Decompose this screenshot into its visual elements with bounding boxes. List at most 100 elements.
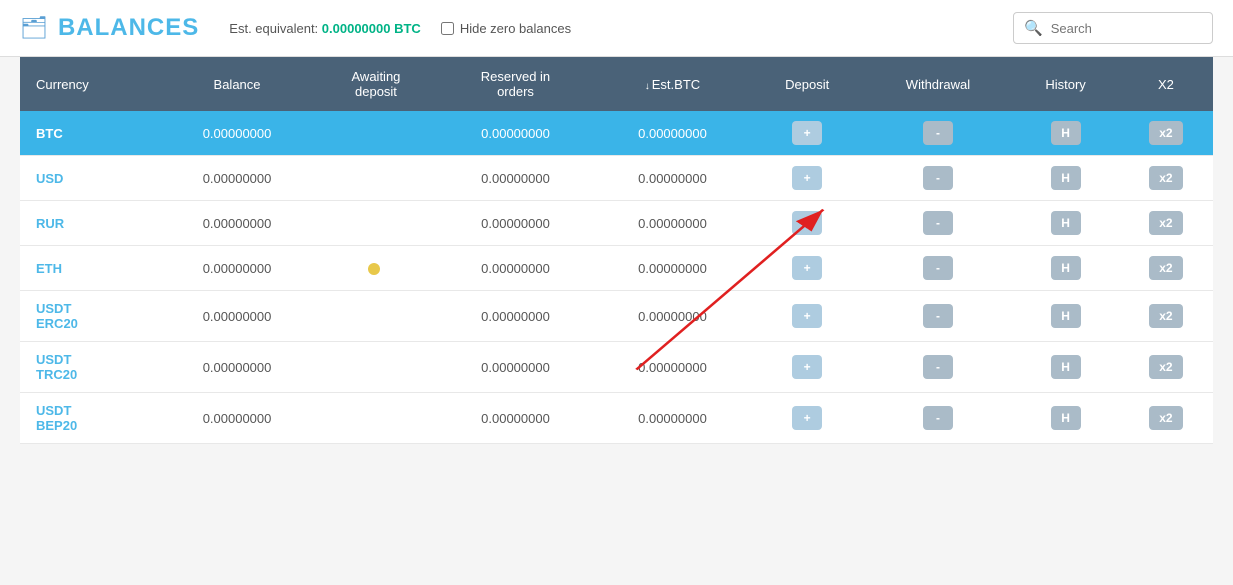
- deposit-button[interactable]: +: [792, 256, 822, 280]
- top-bar: 🗂 BALANCES Est. equivalent: 0.00000000 B…: [0, 0, 1233, 57]
- est-equiv-label: Est. equivalent: 0.00000000 BTC: [229, 21, 421, 36]
- cell-x2: x2: [1119, 291, 1213, 342]
- col-history: History: [1012, 57, 1119, 111]
- cell-history: H: [1012, 156, 1119, 201]
- history-button[interactable]: H: [1051, 256, 1081, 280]
- col-awaiting: Awaitingdeposit: [315, 57, 436, 111]
- cell-estbtc: 0.00000000: [594, 201, 750, 246]
- cell-withdrawal: -: [864, 201, 1013, 246]
- history-button[interactable]: H: [1051, 211, 1081, 235]
- cell-balance: 0.00000000: [159, 246, 315, 291]
- cell-deposit: +: [751, 201, 864, 246]
- cell-reserved: 0.00000000: [437, 342, 595, 393]
- cell-x2: x2: [1119, 201, 1213, 246]
- cell-balance: 0.00000000: [159, 156, 315, 201]
- search-input[interactable]: [1051, 21, 1191, 36]
- cell-estbtc: 0.00000000: [594, 156, 750, 201]
- x2-button[interactable]: x2: [1149, 304, 1182, 328]
- cell-balance: 0.00000000: [159, 291, 315, 342]
- cell-estbtc: 0.00000000: [594, 111, 750, 156]
- cell-balance: 0.00000000: [159, 393, 315, 444]
- cell-currency: USDT TRC20: [20, 342, 159, 393]
- cell-history: H: [1012, 246, 1119, 291]
- x2-button[interactable]: x2: [1149, 355, 1182, 379]
- page-title: BALANCES: [58, 14, 199, 42]
- cell-currency: USDT ERC20: [20, 291, 159, 342]
- withdrawal-button[interactable]: -: [923, 406, 953, 430]
- cell-history: H: [1012, 393, 1119, 444]
- page-title-area: 🗂 BALANCES: [20, 14, 199, 42]
- est-value: 0.00000000 BTC: [322, 21, 421, 36]
- cell-deposit: +: [751, 111, 864, 156]
- cell-history: H: [1012, 201, 1119, 246]
- sort-arrow-icon: ↓: [645, 81, 650, 92]
- table-container: Currency Balance Awaitingdeposit Reserve…: [20, 57, 1213, 444]
- x2-button[interactable]: x2: [1149, 406, 1182, 430]
- table-row: ETH0.000000000.000000000.00000000+-Hx2: [20, 246, 1213, 291]
- cell-currency: ETH: [20, 246, 159, 291]
- col-estbtc: ↓Est.BTC: [594, 57, 750, 111]
- hide-zero-checkbox[interactable]: [441, 22, 454, 35]
- cell-deposit: +: [751, 393, 864, 444]
- cell-awaiting: [315, 342, 436, 393]
- table-row: USDT ERC200.000000000.000000000.00000000…: [20, 291, 1213, 342]
- cell-awaiting: [315, 291, 436, 342]
- cell-x2: x2: [1119, 111, 1213, 156]
- cell-history: H: [1012, 291, 1119, 342]
- cell-currency: USD: [20, 156, 159, 201]
- cell-awaiting: [315, 111, 436, 156]
- cell-deposit: +: [751, 342, 864, 393]
- cell-reserved: 0.00000000: [437, 201, 595, 246]
- cell-currency: BTC: [20, 111, 159, 156]
- cell-x2: x2: [1119, 342, 1213, 393]
- x2-button[interactable]: x2: [1149, 211, 1182, 235]
- cell-currency: USDT BEP20: [20, 393, 159, 444]
- cell-x2: x2: [1119, 393, 1213, 444]
- history-button[interactable]: H: [1051, 304, 1081, 328]
- cell-deposit: +: [751, 246, 864, 291]
- table-row: USDT TRC200.000000000.000000000.00000000…: [20, 342, 1213, 393]
- deposit-button[interactable]: +: [792, 406, 822, 430]
- cell-history: H: [1012, 342, 1119, 393]
- cell-estbtc: 0.00000000: [594, 291, 750, 342]
- history-button[interactable]: H: [1051, 406, 1081, 430]
- cell-withdrawal: -: [864, 291, 1013, 342]
- cell-currency: RUR: [20, 201, 159, 246]
- balances-table: Currency Balance Awaitingdeposit Reserve…: [20, 57, 1213, 444]
- deposit-button[interactable]: +: [792, 355, 822, 379]
- withdrawal-button[interactable]: -: [923, 355, 953, 379]
- deposit-button[interactable]: +: [792, 211, 822, 235]
- history-button[interactable]: H: [1051, 355, 1081, 379]
- table-row: RUR0.000000000.000000000.00000000+-Hx2: [20, 201, 1213, 246]
- cell-balance: 0.00000000: [159, 111, 315, 156]
- cell-awaiting: [315, 246, 436, 291]
- cell-deposit: +: [751, 156, 864, 201]
- cell-withdrawal: -: [864, 156, 1013, 201]
- cell-reserved: 0.00000000: [437, 291, 595, 342]
- x2-button[interactable]: x2: [1149, 256, 1182, 280]
- table-row: USDT BEP200.000000000.000000000.00000000…: [20, 393, 1213, 444]
- col-withdrawal: Withdrawal: [864, 57, 1013, 111]
- cell-reserved: 0.00000000: [437, 246, 595, 291]
- withdrawal-button[interactable]: -: [923, 121, 953, 145]
- cell-estbtc: 0.00000000: [594, 246, 750, 291]
- cell-awaiting: [315, 156, 436, 201]
- deposit-button[interactable]: +: [792, 304, 822, 328]
- withdrawal-button[interactable]: -: [923, 256, 953, 280]
- withdrawal-button[interactable]: -: [923, 166, 953, 190]
- history-button[interactable]: H: [1051, 121, 1081, 145]
- x2-button[interactable]: x2: [1149, 166, 1182, 190]
- withdrawal-button[interactable]: -: [923, 304, 953, 328]
- cell-withdrawal: -: [864, 246, 1013, 291]
- withdrawal-button[interactable]: -: [923, 211, 953, 235]
- hide-zero-label[interactable]: Hide zero balances: [460, 21, 571, 36]
- deposit-button[interactable]: +: [792, 121, 822, 145]
- balances-icon: 🗂: [20, 15, 48, 41]
- cell-x2: x2: [1119, 156, 1213, 201]
- history-button[interactable]: H: [1051, 166, 1081, 190]
- deposit-button[interactable]: +: [792, 166, 822, 190]
- cell-estbtc: 0.00000000: [594, 342, 750, 393]
- cell-reserved: 0.00000000: [437, 156, 595, 201]
- cell-x2: x2: [1119, 246, 1213, 291]
- x2-button[interactable]: x2: [1149, 121, 1182, 145]
